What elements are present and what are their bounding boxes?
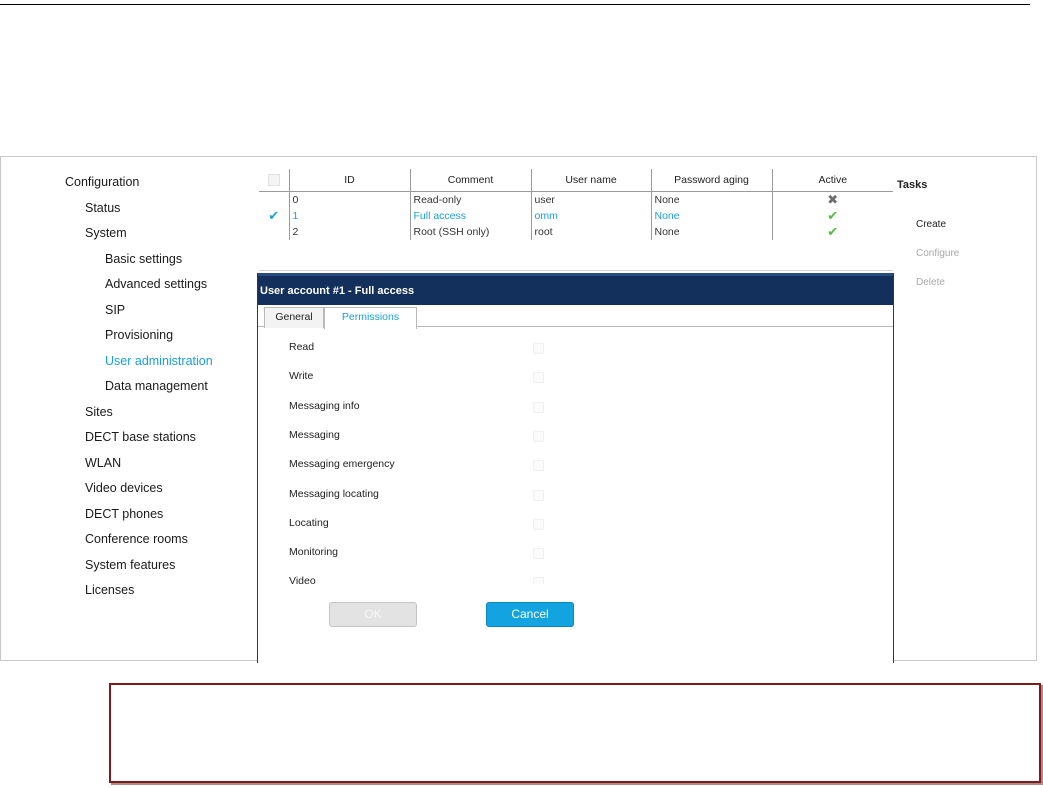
top-rule (0, 4, 1030, 5)
permission-checkbox[interactable] (533, 372, 544, 384)
user-account-panel: User account #1 - Full access General Pe… (257, 273, 894, 663)
permission-checkbox[interactable] (533, 343, 544, 354)
sidebar-item-dect-base-stations[interactable]: DECT base stations (85, 430, 196, 444)
sidebar-item-advanced-settings[interactable]: Advanced settings (105, 277, 207, 291)
users-table: ID Comment User name Password aging Acti… (259, 169, 893, 240)
sidebar-item-configuration[interactable]: Configuration (65, 175, 139, 189)
cell-password-aging: None (651, 191, 773, 208)
permission-label-video: Video (289, 575, 316, 584)
checkmark-icon: ✔ (268, 207, 280, 223)
cell-comment: Read-only (410, 191, 532, 208)
task-create-link[interactable]: Create (916, 219, 946, 230)
sidebar-item-sip[interactable]: SIP (105, 303, 125, 317)
sidebar-item-dect-phones[interactable]: DECT phones (85, 507, 163, 521)
tab-permissions[interactable]: Permissions (324, 307, 417, 329)
cell-active: ✔ (772, 224, 893, 240)
column-header-password-aging[interactable]: Password aging (651, 169, 773, 192)
note-box (109, 683, 1041, 783)
cell-password-aging: None (651, 207, 773, 224)
sidebar-item-user-administration[interactable]: User administration (105, 354, 213, 368)
checkmark-icon: ✔ (827, 223, 839, 239)
column-header-user-name[interactable]: User name (531, 169, 652, 192)
permission-label-messaging-emergency: Messaging emergency (289, 458, 395, 471)
sidebar-item-wlan[interactable]: WLAN (85, 456, 121, 470)
task-configure-link[interactable]: Configure (916, 248, 959, 259)
tasks-title: Tasks (897, 179, 928, 191)
column-header-comment[interactable]: Comment (410, 169, 532, 192)
sidebar-item-status[interactable]: Status (85, 201, 120, 215)
cell-id: 0 (289, 191, 411, 208)
column-header-active[interactable]: Active (772, 169, 893, 192)
permission-label-read: Read (289, 341, 315, 353)
sidebar-item-data-management[interactable]: Data management (105, 379, 208, 393)
sidebar-item-provisioning[interactable]: Provisioning (105, 328, 173, 342)
permission-checkbox[interactable] (533, 518, 544, 530)
row-select-cell[interactable] (259, 191, 290, 208)
cell-password-aging: None (651, 223, 773, 240)
task-delete-link[interactable]: Delete (916, 277, 945, 288)
permission-label-messaging-info: Messaging info (289, 399, 360, 412)
table-row[interactable]: 0 Read-only user None ✖ (259, 191, 893, 208)
sidebar-item-system-features[interactable]: System features (85, 558, 175, 572)
cancel-button[interactable]: Cancel (486, 602, 574, 627)
permission-label-locating: Locating (289, 516, 329, 529)
sidebar-navigation: Configuration Status System Basic settings A… (1, 157, 251, 660)
ok-button[interactable]: OK (329, 602, 417, 627)
select-all-checkbox[interactable] (259, 169, 290, 192)
cell-comment: Root (SSH only) (410, 223, 532, 240)
permission-label-monitoring: Monitoring (289, 546, 339, 559)
app-window: Configuration Status System Basic settings A… (0, 156, 1037, 663)
cell-id: 1 (289, 207, 411, 224)
sidebar-item-system[interactable]: System (85, 226, 127, 240)
cell-comment: Full access (410, 207, 532, 224)
cell-user-name: root (531, 223, 652, 240)
sidebar-item-video-devices[interactable]: Video devices (85, 481, 163, 495)
table-row[interactable]: ✔ 1 Full access omm None ✔ (259, 207, 893, 224)
cell-user-name: omm (531, 207, 652, 224)
permission-checkbox[interactable] (533, 548, 544, 560)
permission-label-write: Write (289, 370, 314, 383)
column-header-id[interactable]: ID (289, 169, 411, 192)
row-select-cell[interactable] (259, 223, 290, 240)
table-header-row: ID Comment User name Password aging Acti… (259, 169, 893, 192)
permission-label-messaging-locating: Messaging locating (289, 487, 379, 500)
permission-checkbox[interactable] (533, 577, 544, 584)
cross-icon: ✖ (827, 191, 839, 207)
table-row[interactable]: 2 Root (SSH only) root None ✔ (259, 223, 893, 240)
cell-active: ✖ (772, 191, 893, 208)
sidebar-item-sites[interactable]: Sites (85, 405, 113, 419)
cell-user-name: user (531, 191, 652, 208)
sidebar-item-conference-rooms[interactable]: Conference rooms (85, 532, 188, 546)
permission-checkbox[interactable] (533, 460, 544, 472)
checkmark-icon: ✔ (827, 207, 839, 223)
panel-tabs: General Permissions (258, 305, 893, 329)
cell-id: 2 (289, 223, 411, 240)
panel-title: User account #1 - Full access (258, 273, 893, 305)
permission-checkbox[interactable] (533, 430, 544, 442)
users-table-container: ID Comment User name Password aging Acti… (259, 169, 893, 271)
permission-checkbox[interactable] (533, 401, 544, 413)
sidebar-item-basic-settings[interactable]: Basic settings (105, 252, 182, 266)
cell-active: ✔ (772, 208, 893, 224)
permission-checkbox[interactable] (533, 489, 544, 501)
row-select-cell[interactable]: ✔ (259, 207, 290, 224)
permissions-list: Read Write Messaging info Messaging Messagin… (289, 341, 869, 584)
permission-label-messaging: Messaging (289, 428, 340, 441)
tab-general[interactable]: General (264, 307, 324, 328)
sidebar-item-licenses[interactable]: Licenses (85, 583, 134, 597)
